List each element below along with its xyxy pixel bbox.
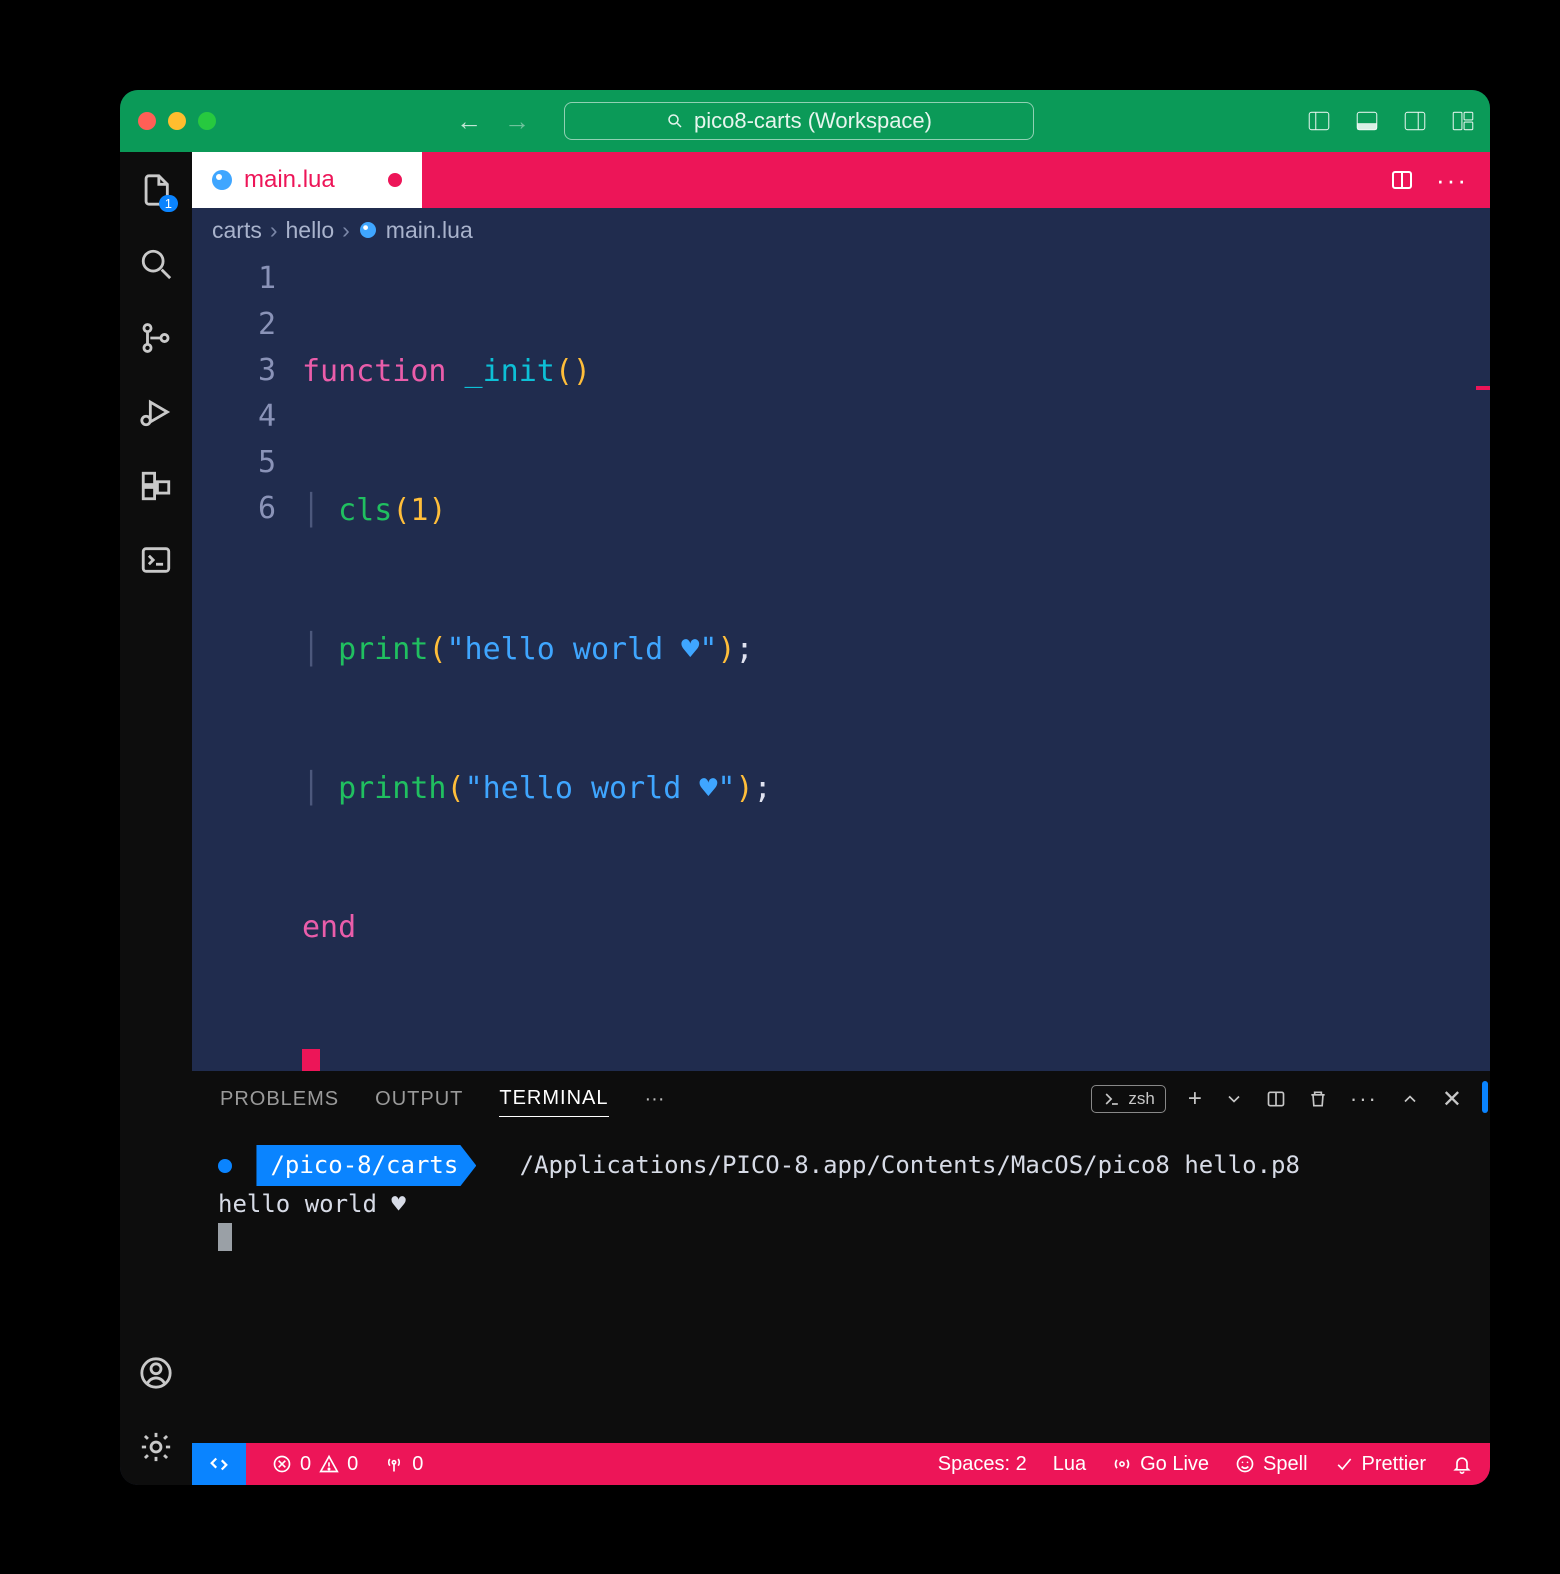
overview-ruler-mark	[1476, 386, 1490, 390]
terminal-icon	[1102, 1089, 1122, 1109]
status-notifications[interactable]	[1452, 1454, 1472, 1474]
split-editor-icon[interactable]	[1390, 168, 1414, 192]
search-icon	[139, 247, 173, 281]
tab-main-lua[interactable]: main.lua	[192, 152, 422, 208]
editor-actions: ···	[1390, 152, 1490, 208]
terminal-content[interactable]: /pico-8/carts /Applications/PICO-8.app/C…	[192, 1127, 1490, 1281]
panel-tabs: PROBLEMS OUTPUT TERMINAL ··· zsh + ···	[192, 1071, 1490, 1127]
panel-tab-problems[interactable]: PROBLEMS	[220, 1088, 339, 1111]
activity-source-control[interactable]	[136, 318, 176, 358]
activity-explorer[interactable]: 1	[136, 170, 176, 210]
status-prettier[interactable]: Prettier	[1334, 1453, 1426, 1476]
terminal-cursor	[218, 1223, 232, 1251]
status-ports[interactable]: 0	[384, 1453, 423, 1476]
trash-icon[interactable]	[1308, 1089, 1328, 1109]
status-bar: 0 0 0 Spaces: 2 Lua Go Live Spell	[192, 1443, 1490, 1485]
editor-group: main.lua ··· carts › hello › main.lua 1	[192, 152, 1490, 1485]
radio-tower-icon	[384, 1454, 404, 1474]
error-icon	[272, 1454, 292, 1474]
terminal-profile-label[interactable]: zsh	[1091, 1085, 1165, 1113]
activity-accounts[interactable]	[136, 1353, 176, 1393]
layout-sidebar-left-icon[interactable]	[1306, 108, 1332, 134]
search-icon	[666, 112, 684, 130]
broadcast-icon	[1112, 1454, 1132, 1474]
status-spaces[interactable]: Spaces: 2	[938, 1453, 1027, 1476]
breadcrumb[interactable]: carts › hello › main.lua	[192, 208, 1490, 252]
status-language[interactable]: Lua	[1053, 1453, 1086, 1476]
title-bar: ← → pico8-carts (Workspace)	[120, 90, 1490, 152]
command-center[interactable]: pico8-carts (Workspace)	[564, 102, 1034, 140]
panel-tab-terminal[interactable]: TERMINAL	[499, 1087, 608, 1117]
panel: PROBLEMS OUTPUT TERMINAL ··· zsh + ···	[192, 1071, 1490, 1443]
code-content[interactable]: function _init() │ cls(1) │ print("hello…	[302, 252, 772, 1071]
split-terminal-icon[interactable]	[1266, 1089, 1286, 1109]
line-number-gutter: 1 2 3 4 5 6	[192, 252, 302, 1071]
activity-remote-explorer[interactable]	[136, 540, 176, 580]
lua-file-icon	[360, 222, 376, 238]
terminal-prompt-path: /pico-8/carts	[256, 1145, 476, 1186]
remote-indicator[interactable]	[192, 1443, 246, 1485]
layout-customize-icon[interactable]	[1450, 108, 1476, 134]
breadcrumb-seg-2[interactable]: main.lua	[386, 217, 473, 244]
bell-icon	[1452, 1454, 1472, 1474]
account-icon	[139, 1356, 173, 1390]
tab-dirty-indicator	[388, 173, 402, 187]
editor-more-icon[interactable]: ···	[1436, 165, 1468, 196]
terminal-command: /Applications/PICO-8.app/Contents/MacOS/…	[520, 1151, 1300, 1179]
explorer-badge: 1	[159, 195, 178, 212]
status-problems[interactable]: 0 0	[272, 1453, 358, 1476]
extensions-icon	[139, 469, 173, 503]
nav-forward-icon[interactable]: →	[504, 108, 530, 134]
titlebar-layout-controls	[1306, 108, 1476, 134]
debug-icon	[139, 395, 173, 429]
activity-bar: 1	[120, 152, 192, 1485]
activity-run-debug[interactable]	[136, 392, 176, 432]
nav-arrows: ← →	[456, 108, 530, 134]
lua-file-icon	[212, 170, 232, 190]
terminal-scrollbar[interactable]	[1482, 1081, 1488, 1113]
minimize-window-button[interactable]	[168, 112, 186, 130]
breadcrumb-seg-1[interactable]: hello	[286, 217, 335, 244]
check-icon	[1334, 1454, 1354, 1474]
breadcrumb-seg-0[interactable]: carts	[212, 217, 262, 244]
terminal-output-line: hello world ♥	[218, 1186, 1464, 1223]
layout-panel-icon[interactable]	[1354, 108, 1380, 134]
code-editor[interactable]: 1 2 3 4 5 6 function _init() │ cls(1) │ …	[192, 252, 1490, 1071]
chevron-down-icon[interactable]	[1224, 1089, 1244, 1109]
close-panel-icon[interactable]: ✕	[1442, 1085, 1462, 1114]
tab-label: main.lua	[244, 166, 335, 194]
panel-tab-output[interactable]: OUTPUT	[375, 1088, 463, 1111]
close-window-button[interactable]	[138, 112, 156, 130]
new-terminal-button[interactable]: +	[1188, 1085, 1202, 1113]
terminal-status-dot	[218, 1159, 232, 1173]
activity-settings[interactable]	[136, 1427, 176, 1467]
vscode-window: ← → pico8-carts (Workspace) 1	[120, 90, 1490, 1485]
tab-strip: main.lua ···	[192, 152, 1490, 208]
remote-icon	[208, 1453, 230, 1475]
maximize-panel-icon[interactable]	[1400, 1089, 1420, 1109]
activity-extensions[interactable]	[136, 466, 176, 506]
layout-sidebar-right-icon[interactable]	[1402, 108, 1428, 134]
fullscreen-window-button[interactable]	[198, 112, 216, 130]
nav-back-icon[interactable]: ←	[456, 108, 482, 134]
activity-search[interactable]	[136, 244, 176, 284]
status-go-live[interactable]: Go Live	[1112, 1453, 1209, 1476]
command-center-text: pico8-carts (Workspace)	[694, 108, 932, 134]
panel-more-tabs-icon[interactable]: ···	[645, 1088, 665, 1111]
gear-icon	[139, 1430, 173, 1464]
spellcheck-icon	[1235, 1454, 1255, 1474]
panel-more-actions-icon[interactable]: ···	[1350, 1086, 1378, 1112]
traffic-lights	[138, 112, 216, 130]
warning-icon	[319, 1454, 339, 1474]
source-control-icon	[139, 321, 173, 355]
status-spell[interactable]: Spell	[1235, 1453, 1307, 1476]
terminal-square-icon	[139, 543, 173, 577]
